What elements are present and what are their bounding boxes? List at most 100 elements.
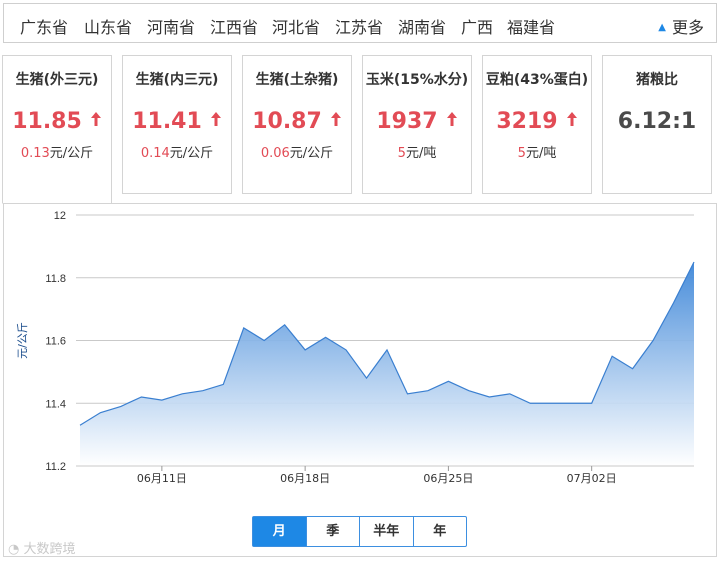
card-change: 5元/吨 bbox=[483, 142, 591, 161]
watermark-text: 大数跨境 bbox=[23, 542, 76, 557]
card-change-value: 5 bbox=[397, 146, 406, 161]
card-price: 1937 bbox=[363, 109, 471, 134]
price-card[interactable]: 生猪(外三元) 11.85 0.13元/公斤 bbox=[2, 55, 112, 204]
watermark-logo-icon: ◔ bbox=[8, 542, 20, 557]
y-tick-label: 12 bbox=[54, 210, 66, 222]
data-point bbox=[201, 389, 204, 392]
card-unit: 元/吨 bbox=[405, 146, 437, 161]
data-point bbox=[263, 339, 266, 342]
province-tab[interactable]: 广东省 bbox=[20, 14, 68, 38]
card-price-value: 3219 bbox=[496, 109, 558, 134]
area-fill bbox=[80, 262, 694, 466]
more-button[interactable]: ▲ 更多 bbox=[658, 14, 704, 38]
data-point bbox=[529, 402, 532, 405]
data-point bbox=[447, 380, 450, 383]
data-point bbox=[242, 326, 245, 329]
range-tab-month[interactable]: 月 bbox=[253, 517, 307, 546]
data-point bbox=[549, 402, 552, 405]
data-point bbox=[222, 383, 225, 386]
price-card[interactable]: 豆粕(43%蛋白) 3219 5元/吨 bbox=[482, 55, 592, 194]
card-change: 5元/吨 bbox=[363, 142, 471, 161]
province-tab[interactable]: 福建省 bbox=[507, 14, 555, 38]
card-price-value: 10.87 bbox=[252, 109, 322, 134]
card-title: 玉米(15%水分) bbox=[365, 72, 469, 88]
card-title: 豆粕(43%蛋白) bbox=[485, 72, 589, 88]
data-point bbox=[160, 399, 163, 402]
data-point bbox=[652, 339, 655, 342]
card-title: 生猪(土杂猪) bbox=[255, 72, 339, 88]
range-tabs: 月 季 半年 年 bbox=[252, 516, 467, 547]
card-price-value: 11.41 bbox=[132, 109, 202, 134]
card-title: 猪粮比 bbox=[636, 72, 678, 88]
data-point bbox=[631, 367, 634, 370]
data-point bbox=[140, 395, 143, 398]
y-tick-label: 11.6 bbox=[45, 336, 66, 348]
card-title: 生猪(外三元) bbox=[15, 72, 99, 88]
more-label: 更多 bbox=[671, 18, 704, 37]
province-tab[interactable]: 江苏省 bbox=[335, 14, 383, 38]
price-card[interactable]: 生猪(内三元) 11.41 0.14元/公斤 bbox=[122, 55, 232, 194]
arrow-up-icon bbox=[210, 112, 221, 126]
card-unit: 元/公斤 bbox=[49, 146, 94, 161]
data-point bbox=[345, 348, 348, 351]
range-tab-year[interactable]: 年 bbox=[414, 517, 467, 546]
data-point bbox=[324, 336, 327, 339]
data-point bbox=[467, 389, 470, 392]
card-change-value: 0.06 bbox=[260, 146, 290, 161]
x-tick-label: 06月25日 bbox=[423, 472, 473, 485]
card-unit: 元/公斤 bbox=[289, 146, 334, 161]
watermark: ◔ 大数跨境 bbox=[8, 538, 76, 557]
data-point bbox=[365, 377, 368, 380]
price-cards: 生猪(外三元) 11.85 0.13元/公斤 生猪(内三元) 11.41 0.1… bbox=[0, 55, 721, 204]
price-card[interactable]: 猪粮比 6.12:1 bbox=[602, 55, 712, 194]
chart-panel: 11.2 11.4 11.6 11.8 12 元/公斤 06月11日 06月18日 06月25日… bbox=[3, 203, 717, 557]
data-point bbox=[386, 348, 389, 351]
arrow-up-icon bbox=[330, 112, 341, 126]
card-change: 0.13元/公斤 bbox=[3, 142, 111, 161]
card-change-value: 0.13 bbox=[20, 146, 50, 161]
province-tab[interactable]: 江西省 bbox=[210, 14, 258, 38]
data-point bbox=[119, 405, 122, 408]
province-tab[interactable]: 河南省 bbox=[147, 14, 195, 38]
card-price: 3219 bbox=[483, 109, 591, 134]
y-tick-label: 11.4 bbox=[45, 398, 66, 410]
data-point bbox=[693, 261, 696, 264]
card-change-value: 5 bbox=[517, 146, 526, 161]
x-tick-label: 07月02日 bbox=[567, 472, 617, 485]
data-point bbox=[570, 402, 573, 405]
triangle-up-icon: ▲ bbox=[658, 22, 666, 33]
province-bar: 广东省 山东省 河南省 江西省 河北省 江苏省 湖南省 广西 福建省 ▲ 更多 bbox=[3, 3, 717, 43]
range-tab-quarter[interactable]: 季 bbox=[307, 517, 360, 546]
data-point bbox=[283, 323, 286, 326]
card-change: 0.06元/公斤 bbox=[243, 142, 351, 161]
data-point bbox=[611, 355, 614, 358]
arrow-up-icon bbox=[90, 112, 101, 126]
data-point bbox=[508, 392, 511, 395]
province-tab[interactable]: 湖南省 bbox=[398, 14, 446, 38]
card-unit: 元/公斤 bbox=[169, 146, 214, 161]
card-price: 11.41 bbox=[123, 109, 231, 134]
y-tick-label: 11.2 bbox=[45, 461, 66, 473]
card-price: 11.85 bbox=[3, 109, 111, 134]
price-area-chart: 11.2 11.4 11.6 11.8 12 元/公斤 06月11日 06月18日 06月25日… bbox=[16, 210, 696, 485]
x-tick-label: 06月11日 bbox=[137, 472, 187, 485]
arrow-up-icon bbox=[566, 112, 577, 126]
price-card[interactable]: 玉米(15%水分) 1937 5元/吨 bbox=[362, 55, 472, 194]
data-point bbox=[488, 395, 491, 398]
data-point bbox=[304, 348, 307, 351]
province-tab[interactable]: 山东省 bbox=[84, 14, 132, 38]
province-tab[interactable]: 广西 bbox=[461, 14, 493, 38]
data-point bbox=[590, 402, 593, 405]
data-point bbox=[426, 389, 429, 392]
price-card[interactable]: 生猪(土杂猪) 10.87 0.06元/公斤 bbox=[242, 55, 352, 194]
range-tab-half-year[interactable]: 半年 bbox=[360, 517, 414, 546]
arrow-up-icon bbox=[446, 112, 457, 126]
card-price-value: 11.85 bbox=[12, 109, 82, 134]
card-price-value: 6.12:1 bbox=[617, 109, 697, 134]
data-point bbox=[406, 392, 409, 395]
y-tick-label: 11.8 bbox=[45, 273, 66, 285]
x-tick-label: 06月18日 bbox=[280, 472, 330, 485]
card-title: 生猪(内三元) bbox=[135, 72, 219, 88]
data-point bbox=[79, 424, 82, 427]
province-tab[interactable]: 河北省 bbox=[272, 14, 320, 38]
